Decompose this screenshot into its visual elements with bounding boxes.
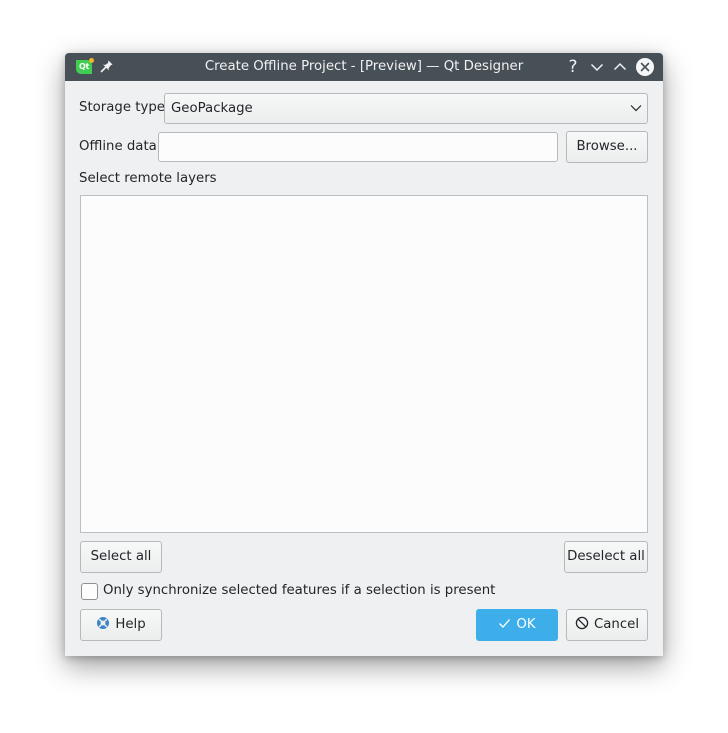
only-selected-checkbox[interactable] (81, 583, 98, 600)
lifebuoy-icon (97, 617, 110, 629)
chevron-down-icon[interactable] (588, 58, 606, 76)
page: Qt Create Offline Project - [Preview] — … (0, 0, 728, 733)
select-all-button[interactable]: Select all (80, 541, 162, 573)
ok-button[interactable]: OK (476, 609, 558, 641)
ok-button-label: OK (516, 617, 536, 632)
offline-data-label: Offline data (79, 139, 157, 154)
storage-type-value: GeoPackage (171, 101, 253, 116)
qt-logo-icon[interactable]: Qt (76, 58, 94, 74)
dialog-window: Qt Create Offline Project - [Preview] — … (65, 53, 663, 656)
question-mark-icon[interactable]: ? (564, 58, 582, 76)
storage-type-combo[interactable]: GeoPackage (164, 93, 648, 124)
help-button-label: Help (115, 617, 146, 632)
storage-type-label: Storage type (79, 100, 165, 115)
close-circle-icon[interactable] (636, 58, 654, 76)
checkmark-icon (499, 618, 511, 628)
offline-data-input[interactable] (158, 132, 558, 162)
cancel-icon (575, 616, 589, 630)
help-button[interactable]: Help (80, 609, 162, 641)
only-selected-label[interactable]: Only synchronize selected features if a … (103, 583, 495, 598)
browse-button[interactable]: Browse... (566, 131, 648, 163)
chevron-up-icon[interactable] (611, 58, 629, 76)
cancel-button[interactable]: Cancel (566, 609, 648, 641)
title-bar[interactable]: Qt Create Offline Project - [Preview] — … (65, 53, 663, 81)
qt-logo-text: Qt (78, 62, 90, 71)
deselect-all-button[interactable]: Deselect all (564, 541, 648, 573)
chevron-down-icon (630, 105, 642, 112)
qt-logo-dot (89, 58, 94, 63)
pin-icon[interactable] (100, 59, 114, 75)
remote-layers-list[interactable] (80, 195, 648, 533)
cancel-button-label: Cancel (593, 617, 640, 632)
remote-layers-label: Select remote layers (79, 171, 217, 186)
